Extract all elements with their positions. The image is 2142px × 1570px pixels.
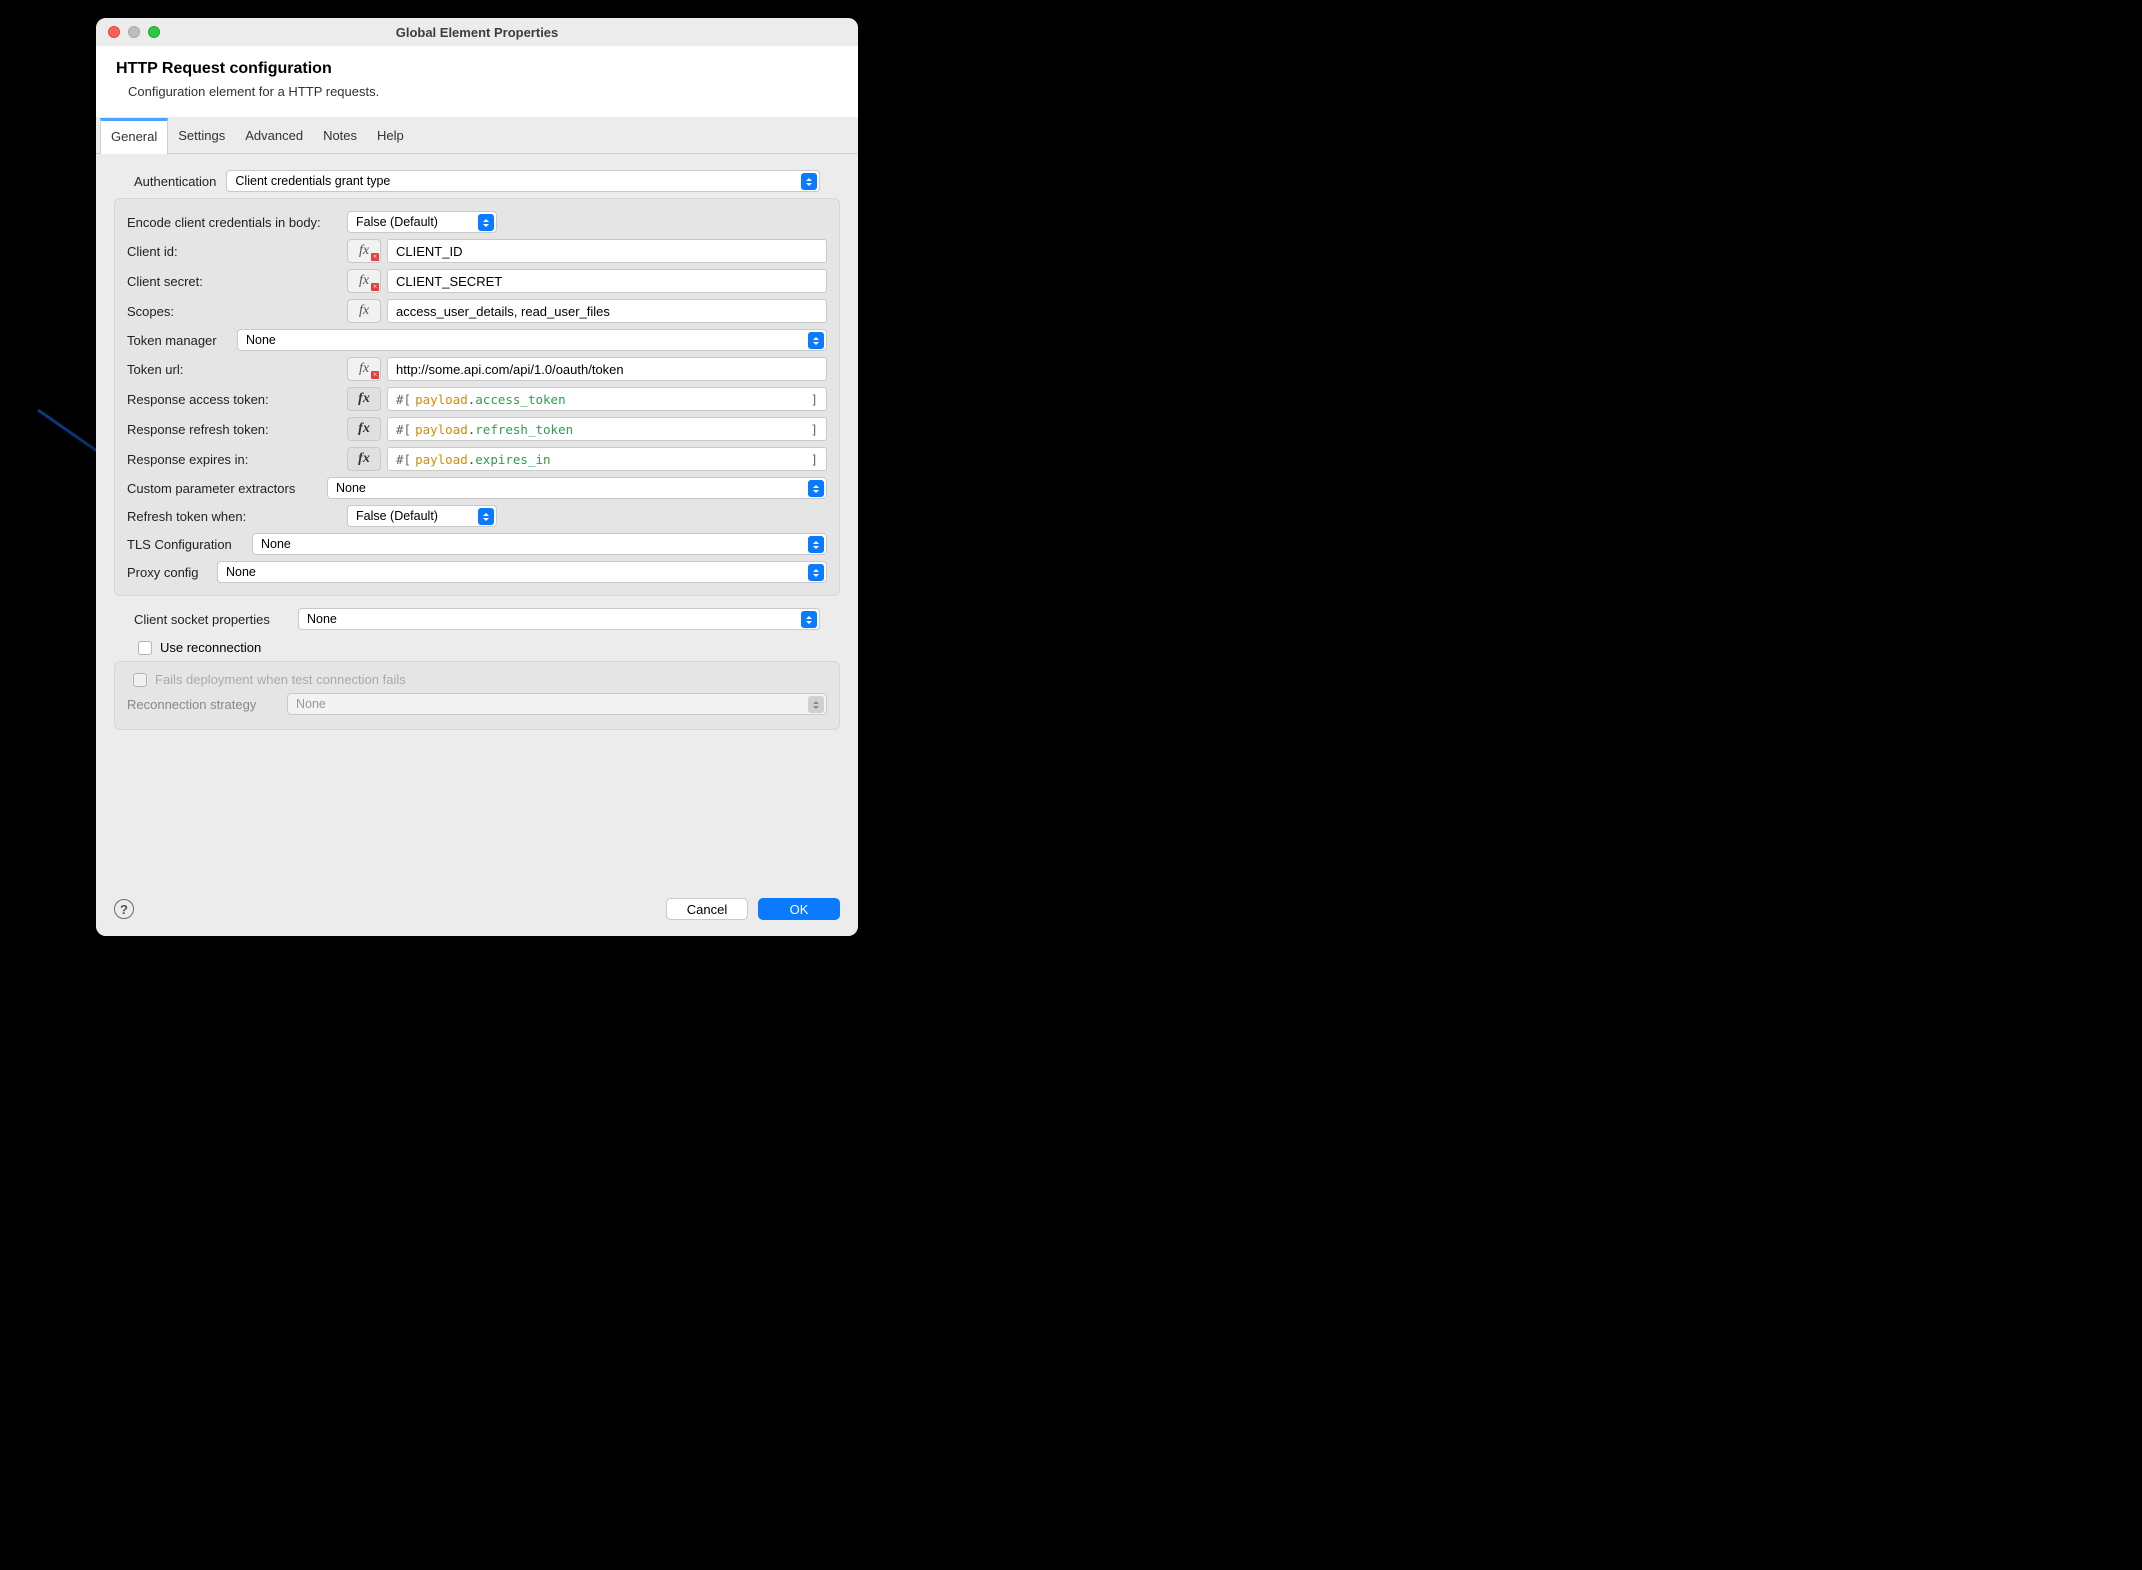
reconnection-group: Fails deployment when test connection fa…: [114, 661, 840, 730]
resp-refresh-label: Response refresh token:: [127, 422, 337, 437]
tab-notes[interactable]: Notes: [313, 117, 367, 153]
fails-deploy-checkbox: [133, 673, 147, 687]
chevron-updown-icon: [478, 508, 494, 525]
window-title: Global Element Properties: [96, 25, 858, 40]
encode-body-label: Encode client credentials in body:: [127, 215, 337, 230]
scopes-field[interactable]: access_user_details, read_user_files: [387, 299, 827, 323]
token-manager-select[interactable]: None: [237, 329, 827, 351]
cancel-button[interactable]: Cancel: [666, 898, 748, 920]
fx-toggle-icon[interactable]: fx: [347, 299, 381, 323]
page-subtitle: Configuration element for a HTTP request…: [116, 84, 838, 99]
ok-button[interactable]: OK: [758, 898, 840, 920]
refresh-when-value: False (Default): [356, 509, 438, 523]
token-manager-value: None: [246, 333, 276, 347]
token-manager-label: Token manager: [127, 333, 227, 348]
client-socket-select[interactable]: None: [298, 608, 820, 630]
refresh-when-select[interactable]: False (Default): [347, 505, 497, 527]
custom-extractors-label: Custom parameter extractors: [127, 481, 317, 496]
fx-toggle-icon[interactable]: fx: [347, 357, 381, 381]
authentication-select[interactable]: Client credentials grant type: [226, 170, 820, 192]
client-secret-label: Client secret:: [127, 274, 337, 289]
proxy-config-value: None: [226, 565, 256, 579]
tab-advanced[interactable]: Advanced: [235, 117, 313, 153]
tls-config-label: TLS Configuration: [127, 537, 242, 552]
tls-config-value: None: [261, 537, 291, 551]
dialog-body: Authentication Client credentials grant …: [96, 154, 858, 886]
custom-extractors-value: None: [336, 481, 366, 495]
fails-deploy-label: Fails deployment when test connection fa…: [155, 672, 406, 687]
use-reconnection-checkbox[interactable]: [138, 641, 152, 655]
reconnection-strategy-select: None: [287, 693, 827, 715]
client-id-label: Client id:: [127, 244, 337, 259]
token-url-label: Token url:: [127, 362, 337, 377]
fx-toggle-icon[interactable]: fx: [347, 387, 381, 411]
page-title: HTTP Request configuration: [116, 60, 838, 78]
chevron-updown-icon: [808, 536, 824, 553]
reconnection-strategy-label: Reconnection strategy: [127, 697, 277, 712]
error-icon: [371, 283, 379, 291]
tab-general[interactable]: General: [100, 118, 168, 154]
client-socket-label: Client socket properties: [134, 612, 288, 627]
refresh-when-label: Refresh token when:: [127, 509, 337, 524]
resp-access-label: Response access token:: [127, 392, 337, 407]
resp-expires-label: Response expires in:: [127, 452, 337, 467]
dialog-window: Global Element Properties HTTP Request c…: [96, 18, 858, 936]
scopes-label: Scopes:: [127, 304, 337, 319]
fx-toggle-icon[interactable]: fx: [347, 447, 381, 471]
resp-access-field[interactable]: #[ payload.access_token ]: [387, 387, 827, 411]
authentication-label: Authentication: [134, 174, 216, 189]
reconnection-strategy-value: None: [296, 697, 326, 711]
chevron-updown-icon: [801, 611, 817, 628]
tab-bar: General Settings Advanced Notes Help: [96, 117, 858, 154]
fx-toggle-icon[interactable]: fx: [347, 417, 381, 441]
chevron-updown-icon: [808, 564, 824, 581]
fx-toggle-icon[interactable]: fx: [347, 239, 381, 263]
client-socket-value: None: [307, 612, 337, 626]
titlebar: Global Element Properties: [96, 18, 858, 46]
dialog-footer: ? Cancel OK: [96, 886, 858, 936]
fx-toggle-icon[interactable]: fx: [347, 269, 381, 293]
resp-expires-field[interactable]: #[ payload.expires_in ]: [387, 447, 827, 471]
help-icon[interactable]: ?: [114, 899, 134, 919]
tls-config-select[interactable]: None: [252, 533, 827, 555]
tab-settings[interactable]: Settings: [168, 117, 235, 153]
chevron-updown-icon: [801, 173, 817, 190]
resp-refresh-field[interactable]: #[ payload.refresh_token ]: [387, 417, 827, 441]
token-url-field[interactable]: http://some.api.com/api/1.0/oauth/token: [387, 357, 827, 381]
authentication-value: Client credentials grant type: [235, 174, 390, 188]
custom-extractors-select[interactable]: None: [327, 477, 827, 499]
error-icon: [371, 253, 379, 261]
dialog-header: HTTP Request configuration Configuration…: [96, 46, 858, 117]
client-secret-field[interactable]: CLIENT_SECRET: [387, 269, 827, 293]
encode-body-select[interactable]: False (Default): [347, 211, 497, 233]
error-icon: [371, 371, 379, 379]
chevron-updown-icon: [808, 696, 824, 713]
auth-settings-group: Encode client credentials in body: False…: [114, 198, 840, 596]
use-reconnection-label: Use reconnection: [160, 640, 261, 655]
encode-body-value: False (Default): [356, 215, 438, 229]
proxy-config-select[interactable]: None: [217, 561, 827, 583]
chevron-updown-icon: [478, 214, 494, 231]
client-id-field[interactable]: CLIENT_ID: [387, 239, 827, 263]
tab-help[interactable]: Help: [367, 117, 414, 153]
chevron-updown-icon: [808, 480, 824, 497]
proxy-config-label: Proxy config: [127, 565, 207, 580]
chevron-updown-icon: [808, 332, 824, 349]
